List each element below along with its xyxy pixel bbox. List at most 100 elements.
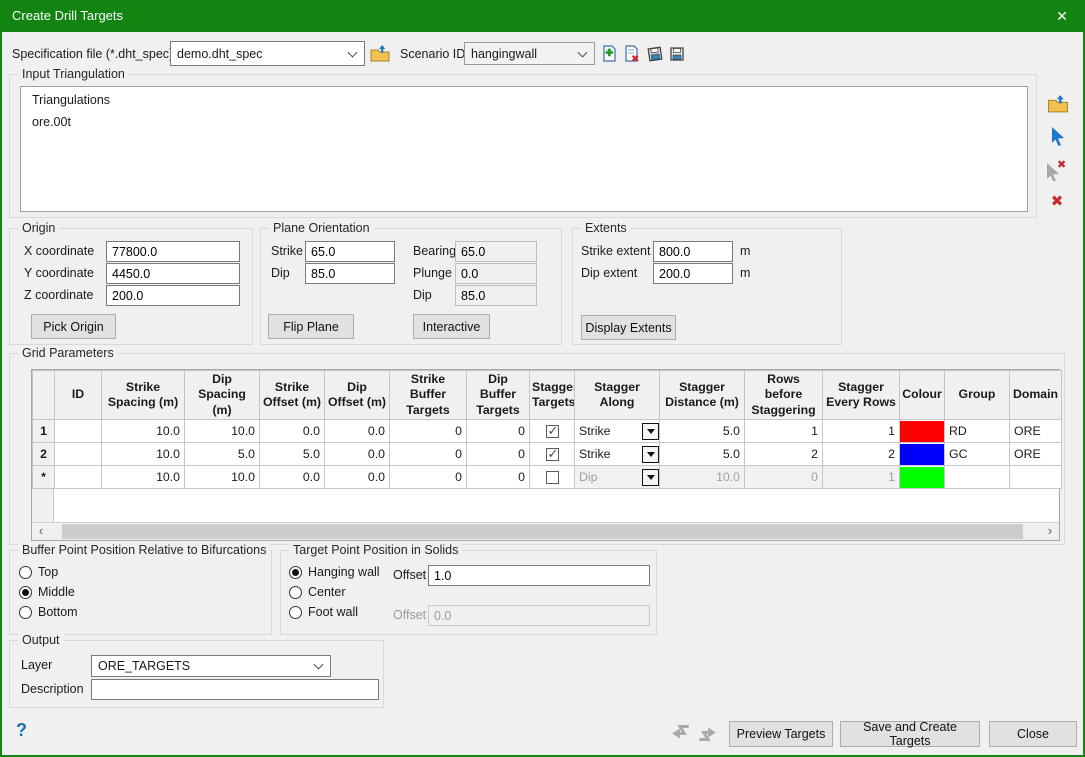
select-triangulation-icon[interactable] [1047, 125, 1069, 147]
radio-middle[interactable]: Middle [19, 585, 75, 599]
cell-group[interactable]: RD [944, 419, 1010, 444]
add-scenario-icon[interactable] [600, 44, 619, 63]
cell-stagger-distance[interactable]: 5.0 [659, 419, 745, 444]
col-header-stagger-along[interactable]: Stagger Along [574, 369, 660, 421]
browse-spec-folder-icon[interactable] [368, 42, 392, 64]
row-header[interactable]: 1 [32, 419, 55, 444]
row-header[interactable]: 2 [32, 442, 55, 467]
cell-domain[interactable] [1009, 465, 1062, 490]
stagger-targets-checkbox[interactable] [545, 470, 559, 484]
load-triangulation-folder-icon[interactable] [1045, 92, 1071, 115]
triangulation-listbox[interactable]: Triangulations ore.00t [20, 86, 1028, 212]
cell-dip-buffer[interactable]: 0 [466, 419, 530, 444]
display-extents-button[interactable]: Display Extents [581, 315, 676, 340]
list-item[interactable]: Triangulations [32, 93, 110, 107]
cell-strike-offset[interactable]: 5.0 [259, 442, 325, 467]
flip-plane-button[interactable]: Flip Plane [268, 314, 354, 339]
cell-domain[interactable]: ORE [1009, 442, 1062, 467]
colour-swatch[interactable] [900, 443, 944, 465]
colour-swatch[interactable] [900, 466, 944, 488]
cell-strike-spacing[interactable]: 10.0 [101, 419, 185, 444]
cell-rows-before[interactable]: 1 [744, 419, 823, 444]
horizontal-scrollbar[interactable]: ‹ › [32, 522, 1059, 540]
scenario-id-combo[interactable]: hangingwall [464, 42, 595, 65]
deselect-triangulation-icon[interactable]: ✖ [1043, 157, 1069, 181]
col-header-domain[interactable]: Domain [1009, 369, 1062, 421]
scroll-right-icon[interactable]: › [1041, 523, 1059, 540]
stagger-targets-checkbox[interactable] [545, 423, 559, 439]
col-header-dip-spacing[interactable]: Dip Spacing (m) [184, 369, 260, 421]
save-defaults-bolt-icon[interactable] [696, 722, 718, 744]
z-coordinate-field[interactable] [106, 285, 240, 306]
cell-stagger-every[interactable]: 2 [822, 442, 900, 467]
cell-dip-offset[interactable]: 0.0 [324, 442, 390, 467]
col-header-id[interactable]: ID [54, 369, 102, 421]
strike-extent-field[interactable] [653, 241, 733, 262]
col-header-rows-before[interactable]: Rows before Staggering [744, 369, 823, 421]
col-header-dip-offset[interactable]: Dip Offset (m) [324, 369, 390, 421]
col-header-strike-buffer[interactable]: Strike Buffer Targets [389, 369, 467, 421]
close-button[interactable]: Close [989, 721, 1077, 747]
col-header-strike-offset[interactable]: Strike Offset (m) [259, 369, 325, 421]
radio-bottom[interactable]: Bottom [19, 605, 78, 619]
cell-id[interactable] [54, 442, 102, 467]
dropdown-arrow-icon[interactable] [642, 468, 659, 486]
cell-id[interactable] [54, 465, 102, 490]
interactive-button[interactable]: Interactive [413, 314, 490, 339]
col-header-dip-buffer[interactable]: Dip Buffer Targets [466, 369, 530, 421]
radio-hanging-wall[interactable]: Hanging wall [289, 565, 380, 579]
stagger-targets-checkbox[interactable] [545, 446, 559, 462]
corner-header[interactable] [32, 369, 55, 421]
dropdown-arrow-icon[interactable] [642, 445, 659, 463]
cell-strike-offset[interactable]: 0.0 [259, 465, 325, 490]
cell-rows-before[interactable]: 2 [744, 442, 823, 467]
colour-swatch[interactable] [900, 420, 944, 442]
col-header-colour[interactable]: Colour [899, 369, 945, 421]
layer-combo[interactable]: ORE_TARGETS [91, 655, 331, 677]
row-header[interactable]: * [32, 465, 55, 490]
list-item[interactable]: ore.00t [32, 115, 71, 129]
description-field[interactable] [91, 679, 379, 700]
scroll-left-icon[interactable]: ‹ [32, 523, 50, 540]
dip-field[interactable] [305, 263, 395, 284]
y-coordinate-field[interactable] [106, 263, 240, 284]
cell-domain[interactable]: ORE [1009, 419, 1062, 444]
cell-stagger-distance[interactable]: 10.0 [659, 465, 745, 490]
save-scenario-icon[interactable] [645, 44, 664, 63]
cell-stagger-distance[interactable]: 5.0 [659, 442, 745, 467]
cell-dip-spacing[interactable]: 10.0 [184, 465, 260, 490]
load-defaults-bolt-icon[interactable] [670, 722, 692, 744]
cell-dip-offset[interactable]: 0.0 [324, 465, 390, 490]
dip-extent-field[interactable] [653, 263, 733, 284]
save-and-create-targets-button[interactable]: Save and Create Targets [840, 720, 980, 748]
scrollbar-thumb[interactable] [62, 524, 1023, 539]
x-coordinate-field[interactable] [106, 241, 240, 262]
radio-top[interactable]: Top [19, 565, 58, 579]
cell-stagger-every[interactable]: 1 [822, 419, 900, 444]
cell-dip-offset[interactable]: 0.0 [324, 419, 390, 444]
cell-dip-buffer[interactable]: 0 [466, 465, 530, 490]
preview-targets-button[interactable]: Preview Targets [729, 721, 833, 747]
help-icon[interactable]: ? [16, 720, 27, 741]
cell-strike-buffer[interactable]: 0 [389, 442, 467, 467]
cell-rows-before[interactable]: 0 [744, 465, 823, 490]
col-header-group[interactable]: Group [944, 369, 1010, 421]
offset-field[interactable] [428, 565, 650, 586]
remove-all-triangulations-icon[interactable]: ✖ [1048, 192, 1066, 210]
cell-strike-spacing[interactable]: 10.0 [101, 465, 185, 490]
radio-foot-wall[interactable]: Foot wall [289, 605, 358, 619]
cell-group[interactable] [944, 465, 1010, 490]
cell-strike-spacing[interactable]: 10.0 [101, 442, 185, 467]
pick-origin-button[interactable]: Pick Origin [31, 314, 116, 339]
cell-strike-buffer[interactable]: 0 [389, 465, 467, 490]
cell-id[interactable] [54, 419, 102, 444]
radio-center[interactable]: Center [289, 585, 346, 599]
cell-strike-offset[interactable]: 0.0 [259, 419, 325, 444]
dropdown-arrow-icon[interactable] [642, 422, 659, 440]
col-header-stagger-targets[interactable]: Stagger Targets [529, 369, 575, 421]
delete-scenario-icon[interactable]: ✖ [622, 44, 641, 63]
col-header-stagger-distance[interactable]: Stagger Distance (m) [659, 369, 745, 421]
cell-dip-spacing[interactable]: 10.0 [184, 419, 260, 444]
close-icon[interactable]: ✕ [1039, 0, 1083, 32]
cell-strike-buffer[interactable]: 0 [389, 419, 467, 444]
